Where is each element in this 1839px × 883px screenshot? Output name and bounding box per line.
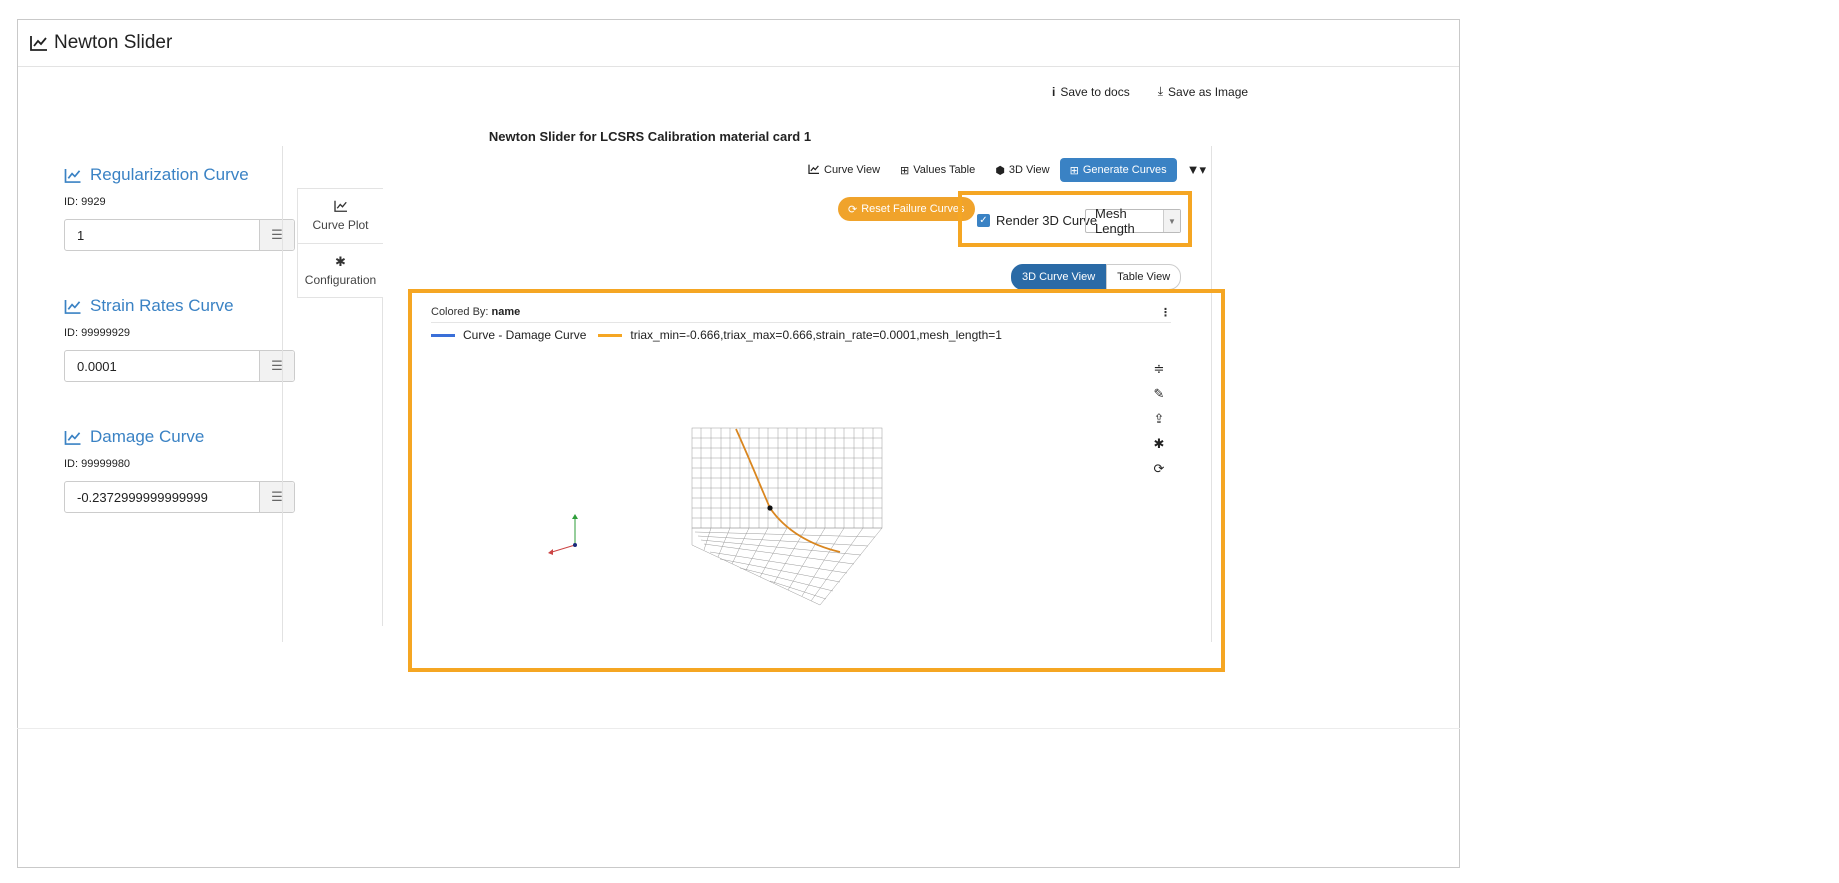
refresh-icon: ⟳ [848,203,858,216]
colored-by-value: name [491,306,521,318]
curve-marker[interactable] [767,505,773,511]
damage-value-field[interactable] [65,482,259,512]
table-icon: ⊞ [900,164,910,177]
damage-curve-block: Damage Curve ID: 99999980 ☰ [64,427,295,513]
divider [282,146,283,642]
tab-label: 3D View [1008,164,1050,176]
view-tabs: Curve View ⊞ Values Table ⬢ 3D View ⊞ Ge… [798,158,1206,182]
grid-back-wall [691,427,883,529]
3d-plot[interactable] [500,405,940,620]
tab-configuration[interactable]: ✱ Configuration [297,243,383,298]
tab-curve-view[interactable]: Curve View [798,158,890,182]
reset-label: Reset Failure Curves [861,203,965,215]
tab-curve-plot[interactable]: Curve Plot [297,188,383,243]
tab-generate-curves[interactable]: ⊞ Generate Curves [1059,158,1177,182]
upload-icon[interactable]: ⇪ [1154,410,1165,427]
save-to-docs-button[interactable]: i Save to docs [1052,84,1130,99]
tab-label: Curve View [824,164,881,176]
regularization-curve-block: Regularization Curve ID: 9929 ☰ [64,165,295,251]
table-icon: ⊞ [1069,164,1079,177]
grid-floor [691,527,883,606]
curve-id: ID: 99999980 [64,458,131,470]
save-as-image-button[interactable]: ⤓ Save as Image [1158,84,1248,99]
colored-by-prefix: Colored By: [431,306,489,318]
cube-icon: ⬢ [995,164,1005,177]
tab-3d-view[interactable]: ⬢ 3D View [985,158,1059,182]
curve-heading-label: Regularization Curve [90,165,249,184]
table-view-button[interactable]: Table View [1106,264,1182,290]
select-value: Mesh Length [1095,206,1135,236]
tab-label: Generate Curves [1082,164,1167,176]
3d-curve-view-button[interactable]: 3D Curve View [1011,264,1107,290]
align-icon[interactable]: ≑ [1154,360,1165,377]
gear-icon[interactable]: ✱ [1154,435,1165,452]
plot-legend: Curve - Damage Curve triax_min=-0.666,tr… [431,328,1002,342]
legend-item[interactable]: Curve - Damage Curve [431,328,586,342]
more-vertical-icon[interactable]: ⋮ [1160,306,1171,319]
legend-item[interactable]: triax_min=-0.666,triax_max=0.666,strain_… [598,328,1002,342]
plot-toolbar: ≑ ✎ ⇪ ✱ ⟳ [1149,360,1169,477]
curve-value-input: ☰ [64,350,295,382]
sliders-icon[interactable]: ☰ [259,482,294,512]
curve-value-input: ☰ [64,219,295,251]
line-chart-icon [64,299,82,314]
render-row: ⟳ Reset Failure Curves [838,197,975,221]
tab-values-table[interactable]: ⊞ Values Table [890,158,985,182]
colored-by: Colored By: name [431,306,520,318]
chevron-down-icon: ▼ [1163,210,1180,232]
legend-swatch [431,333,455,337]
checkbox-checked-icon[interactable]: ✓ [977,214,990,227]
curve-heading-label: Strain Rates Curve [90,296,234,315]
tab-label: Curve Plot [312,218,369,232]
line-chart-icon [808,164,820,177]
plot-header: Colored By: name ⋮ [431,302,1171,323]
page-title: Newton Slider for LCSRS Calibration mate… [488,129,812,144]
reset-failure-curves-button[interactable]: ⟳ Reset Failure Curves [838,197,975,221]
curve-id: ID: 9929 [64,196,106,208]
sliders-icon[interactable]: ☰ [259,220,294,250]
render-3d-checkbox[interactable]: ✓ Render 3D Curve [977,213,1097,228]
sliders-icon[interactable]: ☰ [259,351,294,381]
strain-rates-curve-block: Strain Rates Curve ID: 99999929 ☰ [64,296,295,382]
curve-id: ID: 99999929 [64,327,131,339]
save-to-docs-label: Save to docs [1060,84,1130,99]
app-title: Newton Slider [30,32,172,54]
curve-heading: Regularization Curve [64,165,295,185]
refresh-icon[interactable]: ⟳ [1154,460,1165,477]
info-icon: i [1052,84,1056,99]
strain-rates-value-field[interactable] [65,351,259,381]
mesh-length-select[interactable]: Mesh Length ▼ [1085,206,1181,236]
app-header: Newton Slider [18,20,1459,67]
line-chart-icon [333,200,348,215]
brush-icon[interactable]: ✎ [1154,385,1165,402]
line-chart-icon [64,168,82,183]
download-icon: ⤓ [1157,84,1164,98]
render-label: Render 3D Curve [996,213,1098,228]
legend-label: triax_min=-0.666,triax_max=0.666,strain_… [630,328,1002,342]
vertical-tabs: Curve Plot ✱ Configuration [297,188,383,298]
line-chart-icon [64,430,82,445]
regularization-value-field[interactable] [65,220,259,250]
divider [17,728,1460,729]
axis-gizmo [548,514,578,555]
curve-value-input: ☰ [64,481,295,513]
tab-label: Configuration [304,273,377,287]
app-title-text: Newton Slider [54,32,173,53]
curve-heading: Damage Curve [64,427,295,447]
top-actions: i Save to docs ⤓ Save as Image [1052,84,1248,99]
tab-label: Values Table [913,164,976,176]
line-chart-icon [30,35,48,51]
view-mode-toggle: 3D Curve View Table View [1011,264,1182,290]
divider [382,298,383,626]
filter-dropdown-button[interactable]: ▼▾ [1187,162,1206,178]
legend-label: Curve - Damage Curve [463,328,587,342]
save-as-image-label: Save as Image [1168,84,1249,99]
curve-heading: Strain Rates Curve [64,296,295,316]
gear-icon: ✱ [335,254,346,269]
legend-swatch [598,333,623,337]
curve-heading-label: Damage Curve [90,427,205,446]
